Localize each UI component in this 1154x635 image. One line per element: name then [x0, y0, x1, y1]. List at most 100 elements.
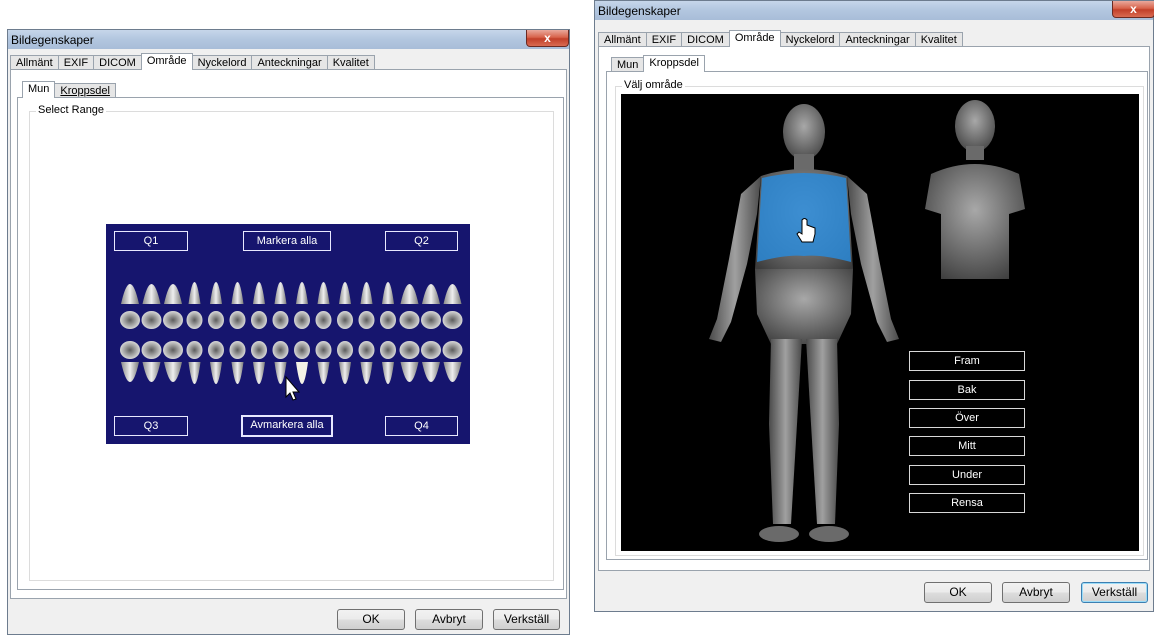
upper-tooth-occlusal: [421, 311, 441, 329]
subtab-kroppsdel[interactable]: Kroppsdel: [54, 83, 116, 98]
right-window-title: Bildegenskaper: [598, 4, 681, 18]
left-window-title: Bildegenskaper: [11, 33, 94, 47]
left-sub-tabs: Mun Kroppsdel: [22, 81, 116, 98]
pointer-cursor-icon: [285, 375, 301, 401]
lower-tooth: [274, 362, 287, 384]
upper-tooth-occlusal: [229, 311, 246, 329]
tab-omrade[interactable]: Område: [140, 53, 193, 70]
upper-teeth: [120, 282, 463, 329]
lower-tooth-occlusal: [163, 341, 183, 359]
body-diagram[interactable]: [621, 94, 1139, 551]
upper-tooth: [422, 284, 440, 304]
lower-tooth-occlusal: [294, 341, 310, 359]
upper-tooth-occlusal: [380, 311, 396, 329]
left-title-bar[interactable]: Bildegenskaper x: [8, 30, 569, 49]
lower-tooth-occlusal: [421, 341, 441, 359]
tab-allmant[interactable]: Allmänt: [10, 55, 59, 70]
tab-dicom[interactable]: DICOM: [93, 55, 142, 70]
lower-tooth: [317, 362, 330, 384]
upper-tooth-occlusal: [272, 311, 289, 329]
middle-button[interactable]: Mitt: [909, 436, 1025, 456]
teeth-chart: Q1 Markera alla Q2 Q3 Avmarkera alla Q4: [106, 224, 470, 444]
tab-anteckningar[interactable]: Anteckningar: [251, 55, 328, 70]
tab-nyckelord[interactable]: Nyckelord: [779, 32, 841, 47]
tab-exif[interactable]: EXIF: [57, 55, 95, 70]
subtab-mun[interactable]: Mun: [22, 81, 56, 98]
upper-tooth: [188, 282, 201, 304]
upper-tooth: [253, 282, 265, 304]
lower-tooth: [142, 362, 161, 382]
lower-tooth: [339, 362, 351, 384]
upper-tooth-occlusal: [294, 311, 310, 329]
upper-tooth-occlusal: [442, 311, 463, 329]
lower-tooth: [443, 362, 462, 382]
lower-tooth-occlusal: [229, 341, 246, 359]
right-apply-button[interactable]: Verkställ: [1081, 582, 1148, 603]
tab-omrade[interactable]: Område: [728, 30, 781, 47]
lower-tooth: [210, 362, 222, 384]
right-sub-tabs: Mun Kroppsdel: [611, 55, 705, 72]
lower-tooth: [400, 362, 419, 382]
lower-teeth: [120, 341, 463, 384]
upper-tooth-occlusal: [208, 311, 224, 329]
select-range-label: Select Range: [36, 104, 107, 116]
upper-tooth: [210, 282, 222, 304]
tab-exif[interactable]: EXIF: [645, 32, 683, 47]
lower-tooth: [382, 362, 394, 384]
upper-tooth-occlusal: [399, 311, 420, 329]
clear-button[interactable]: Rensa: [909, 493, 1025, 513]
left-main-tabs: Allmänt EXIF DICOM Område Nyckelord Ante…: [10, 53, 375, 70]
lower-tooth-occlusal: [120, 341, 140, 359]
subtab-mun[interactable]: Mun: [611, 57, 645, 72]
lower-tooth: [360, 362, 373, 384]
right-close-button[interactable]: x: [1112, 1, 1154, 18]
selected-chest-region: [757, 173, 851, 262]
upper-tooth-occlusal: [141, 311, 162, 329]
left-ok-button[interactable]: OK: [337, 609, 405, 630]
body-map: [621, 94, 1139, 551]
lower-tooth: [253, 362, 265, 384]
front-body-figure: [709, 104, 899, 542]
lower-button[interactable]: Under: [909, 465, 1025, 485]
back-button[interactable]: Bak: [909, 380, 1025, 400]
left-close-button[interactable]: x: [526, 30, 569, 47]
upper-tooth: [231, 282, 244, 304]
tab-kvalitet[interactable]: Kvalitet: [914, 32, 963, 47]
upper-tooth: [382, 282, 394, 304]
subtab-kroppsdel[interactable]: Kroppsdel: [643, 55, 705, 72]
upper-tooth: [400, 284, 419, 304]
tab-dicom[interactable]: DICOM: [681, 32, 730, 47]
upper-tooth-occlusal: [163, 311, 183, 329]
lower-tooth-occlusal: [442, 341, 463, 359]
left-apply-button[interactable]: Verkställ: [493, 609, 560, 630]
front-button[interactable]: Fram: [909, 351, 1025, 371]
upper-tooth: [317, 282, 330, 304]
teeth-diagram[interactable]: [106, 224, 470, 444]
left-cancel-button[interactable]: Avbryt: [415, 609, 483, 630]
lower-tooth: [121, 362, 139, 382]
right-title-bar[interactable]: Bildegenskaper x: [595, 1, 1154, 20]
upper-tooth-occlusal: [251, 311, 267, 329]
lower-tooth-occlusal: [399, 341, 420, 359]
upper-tooth-occlusal: [120, 311, 140, 329]
upper-tooth: [443, 284, 462, 304]
lower-tooth-occlusal: [358, 341, 375, 359]
lower-tooth: [164, 362, 182, 382]
tab-kvalitet[interactable]: Kvalitet: [326, 55, 375, 70]
upper-tooth: [142, 284, 161, 304]
lower-tooth-occlusal: [380, 341, 396, 359]
tab-allmant[interactable]: Allmänt: [598, 32, 647, 47]
right-cancel-button[interactable]: Avbryt: [1002, 582, 1070, 603]
lower-tooth: [231, 362, 244, 384]
tab-nyckelord[interactable]: Nyckelord: [191, 55, 253, 70]
lower-tooth-occlusal: [337, 341, 353, 359]
back-body-figure: [925, 100, 1025, 279]
upper-tooth: [339, 282, 351, 304]
tab-anteckningar[interactable]: Anteckningar: [839, 32, 916, 47]
upper-button[interactable]: Över: [909, 408, 1025, 428]
upper-tooth-occlusal: [315, 311, 332, 329]
right-ok-button[interactable]: OK: [924, 582, 992, 603]
right-main-tabs: Allmänt EXIF DICOM Område Nyckelord Ante…: [598, 30, 963, 47]
upper-tooth: [274, 282, 287, 304]
lower-tooth-occlusal: [186, 341, 203, 359]
